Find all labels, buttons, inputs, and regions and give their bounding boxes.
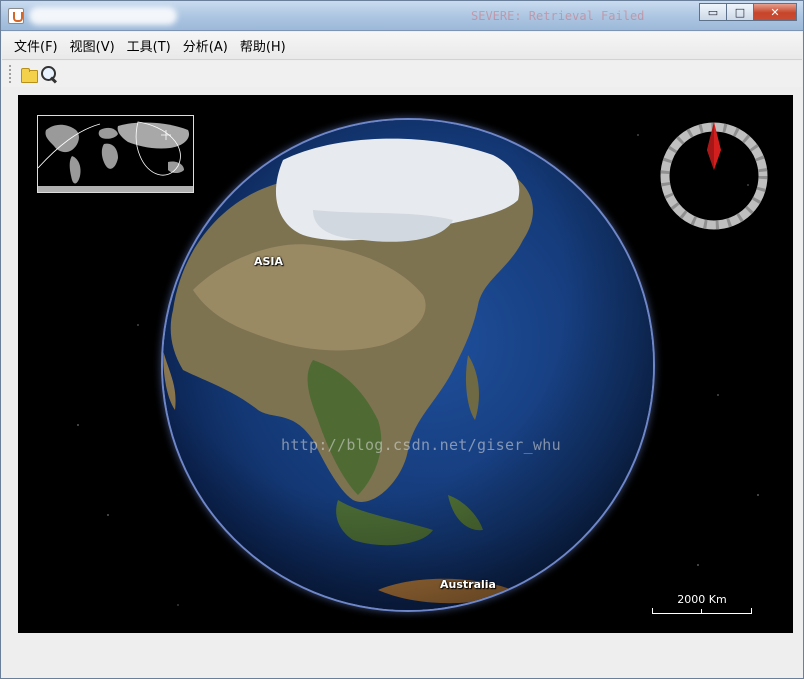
watermark-url: http://blog.csdn.net/giser_whu: [281, 436, 561, 454]
world-map-overview[interactable]: [37, 115, 194, 193]
maximize-button[interactable]: □: [726, 3, 754, 21]
menu-file[interactable]: 文件(F): [8, 36, 64, 55]
compass-rose: [660, 122, 768, 230]
menu-tools[interactable]: 工具(T): [121, 36, 177, 55]
toolbar: [2, 61, 802, 87]
close-icon: ✕: [770, 5, 780, 19]
status-bar: [2, 637, 802, 677]
maximize-icon: □: [734, 5, 746, 19]
minimize-button[interactable]: ▭: [699, 3, 727, 21]
menu-help[interactable]: 帮助(H): [234, 36, 292, 55]
folder-open-icon[interactable]: [20, 65, 38, 83]
label-australia: Australia: [440, 578, 496, 591]
menu-bar: 文件(F) 视图(V) 工具(T) 分析(A) 帮助(H): [2, 32, 802, 60]
overview-map: [38, 116, 193, 192]
scale-bar-line: [652, 608, 752, 614]
minimize-icon: ▭: [707, 5, 719, 19]
scale-bar: 2000 Km: [652, 593, 752, 615]
scale-bar-tick: [701, 609, 702, 613]
app-window: SEVERE: Retrieval Failed ▭ □ ✕ 文件(F) 视图(…: [0, 0, 804, 679]
menu-analysis[interactable]: 分析(A): [177, 36, 234, 55]
label-asia: ASIA: [254, 255, 284, 268]
blurred-title: [29, 7, 177, 25]
scale-label: 2000 Km: [677, 593, 727, 606]
close-button[interactable]: ✕: [753, 3, 797, 21]
search-icon[interactable]: [40, 65, 58, 83]
globe-surface: [163, 120, 653, 610]
menu-view[interactable]: 视图(V): [64, 36, 121, 55]
title-bar[interactable]: SEVERE: Retrieval Failed ▭ □ ✕: [1, 1, 803, 31]
earth-globe[interactable]: ASIA Australia: [163, 120, 653, 610]
toolbar-grip-handle[interactable]: [8, 64, 12, 84]
window-controls: ▭ □ ✕: [699, 3, 797, 21]
java-app-icon: [8, 8, 24, 24]
world-wind-canvas[interactable]: ASIA Australia 2000 Km http://blog.csdn.…: [18, 95, 793, 633]
compass[interactable]: [658, 120, 770, 232]
background-window-text: SEVERE: Retrieval Failed: [471, 9, 645, 23]
